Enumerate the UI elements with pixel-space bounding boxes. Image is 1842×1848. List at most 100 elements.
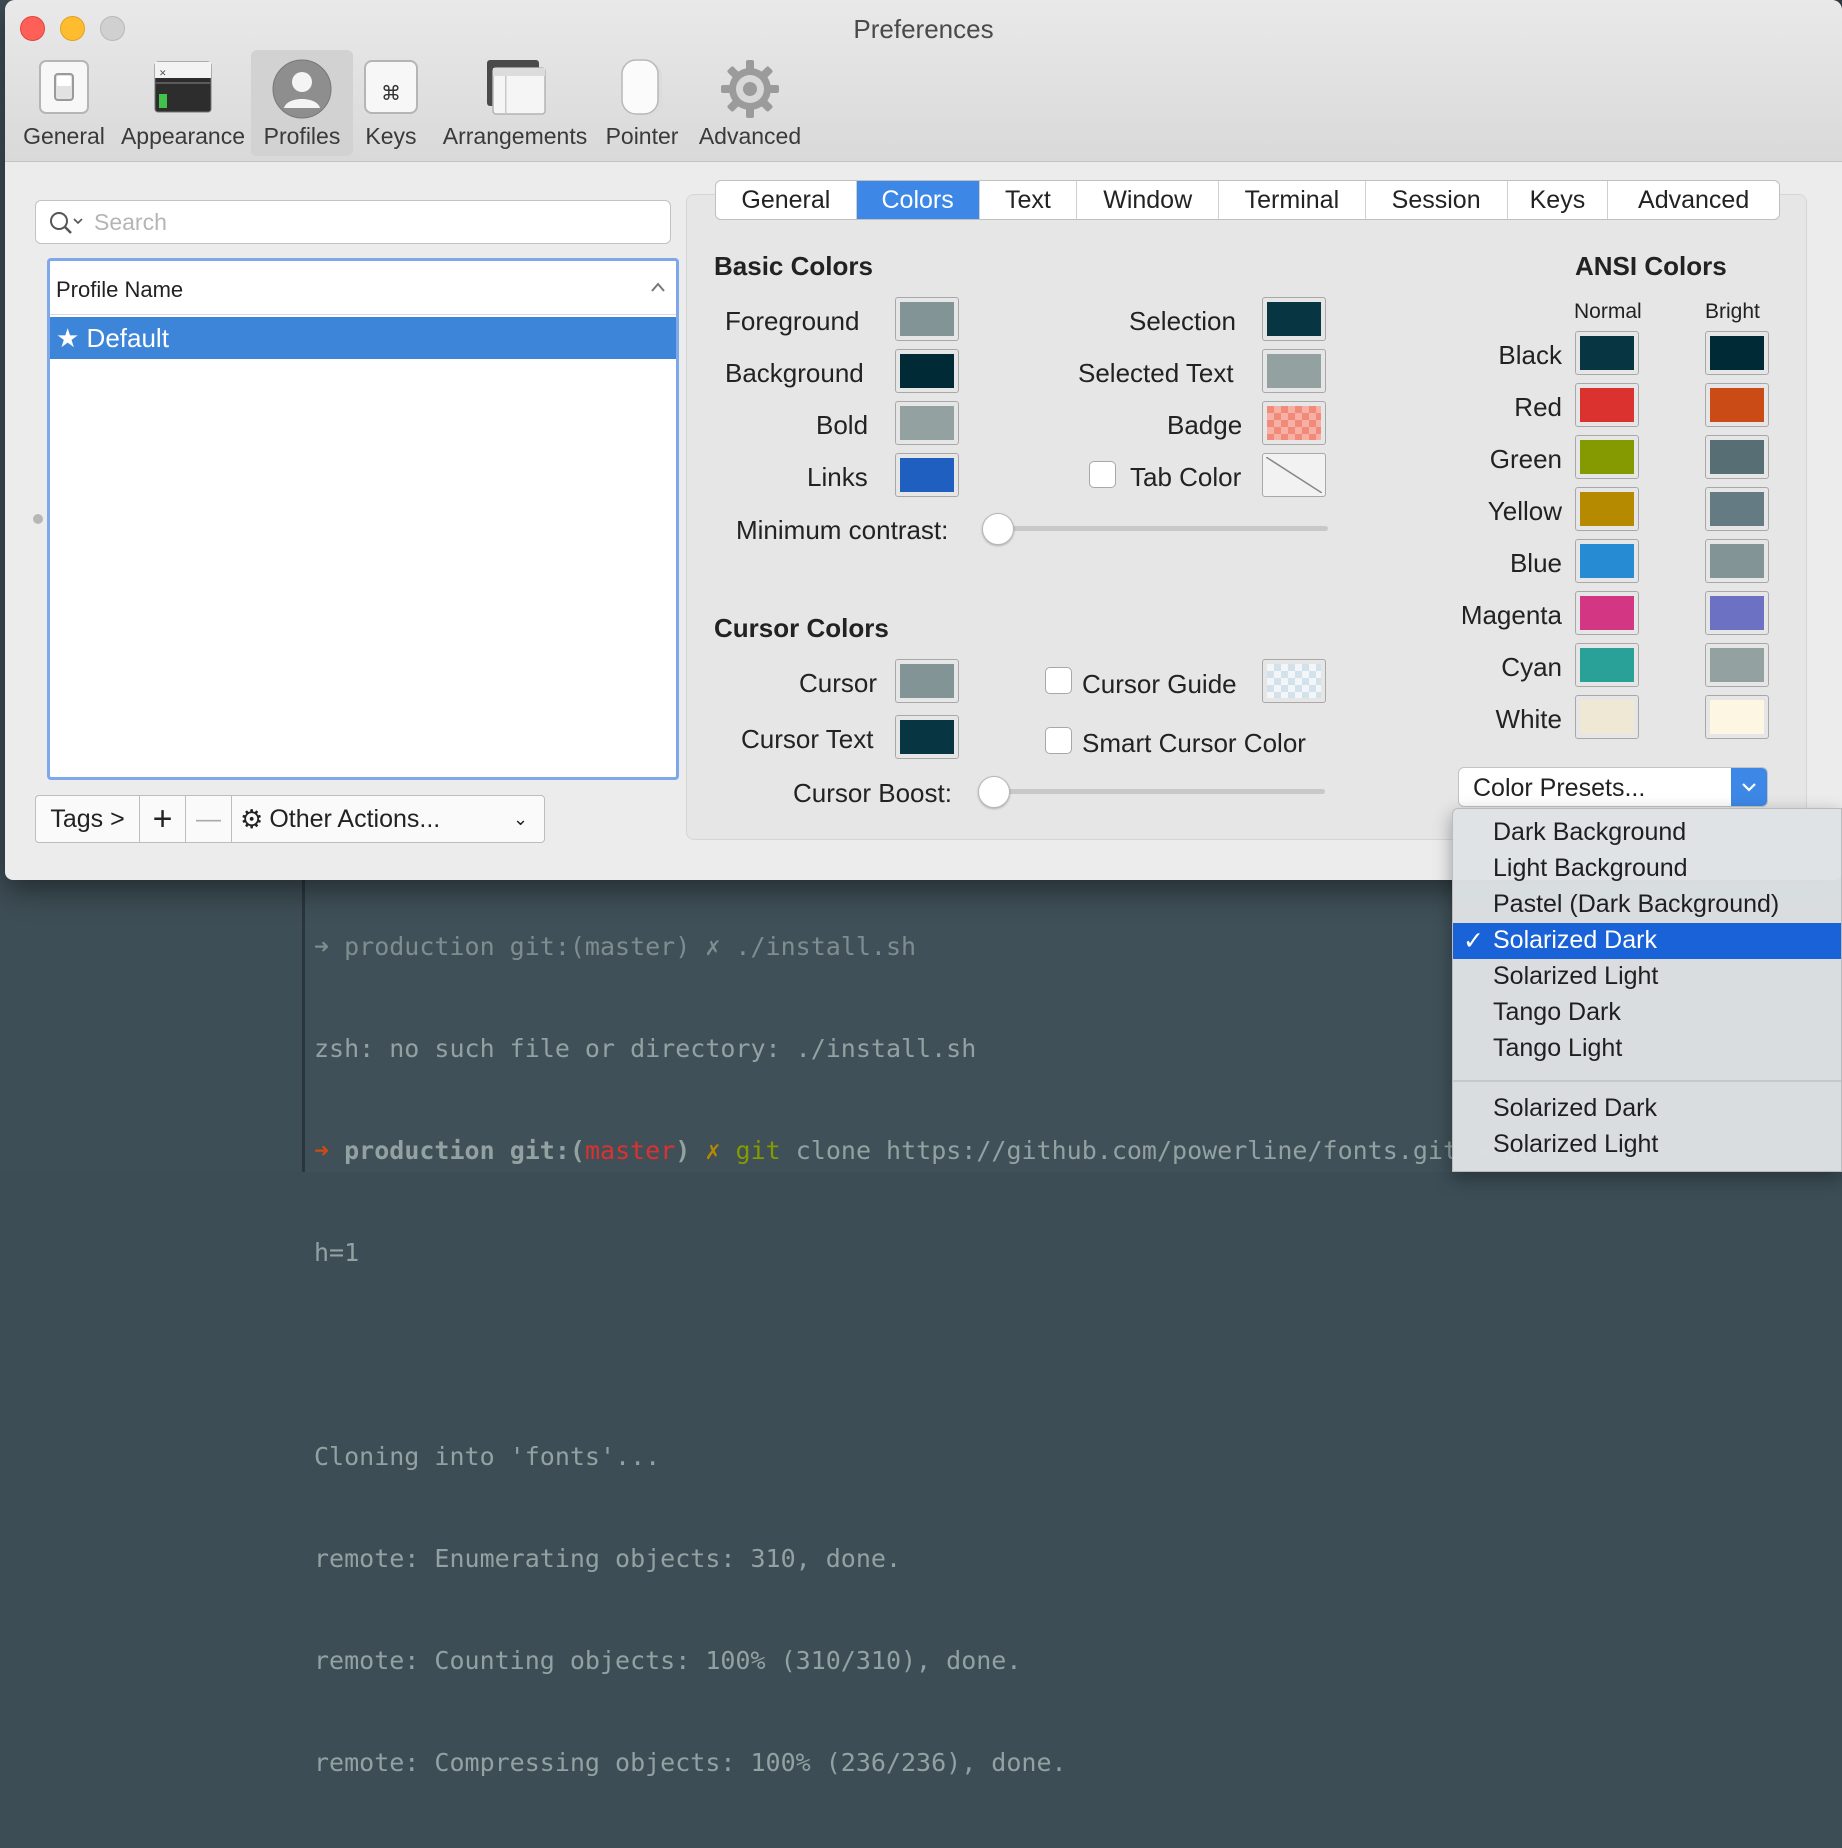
tags-button[interactable]: Tags > — [36, 796, 140, 842]
ansi-white-bright-color-well[interactable] — [1705, 695, 1769, 739]
ansi-red-bright-color-well[interactable] — [1705, 383, 1769, 427]
menu-item-label: Pastel (Dark Background) — [1493, 890, 1780, 918]
toolbar-pointer[interactable]: Pointer — [599, 50, 685, 156]
ansi-black-bright-color-well[interactable] — [1705, 331, 1769, 375]
background-label: Background — [725, 358, 864, 388]
menu-item-label: Tango Dark — [1493, 998, 1621, 1026]
ansi-cyan-bright-color-well[interactable] — [1705, 643, 1769, 687]
ansi-magenta-normal-color-well[interactable] — [1575, 591, 1639, 635]
profile-list[interactable]: Profile Name ★ Default — [47, 258, 679, 780]
tab-terminal[interactable]: Terminal — [1219, 181, 1366, 219]
profile-name-column-header[interactable]: Profile Name — [50, 261, 676, 315]
cursor-guide-checkbox[interactable] — [1045, 667, 1072, 694]
minimum-contrast-label: Minimum contrast: — [736, 515, 949, 545]
ansi-swatch — [1710, 492, 1764, 526]
ansi-white-normal-color-well[interactable] — [1575, 695, 1639, 739]
tab-color-checkbox[interactable] — [1089, 461, 1116, 488]
toolbar-keys[interactable]: ⌘ Keys — [355, 50, 427, 156]
toolbar-arrangements[interactable]: Arrangements — [435, 50, 595, 156]
links-swatch — [900, 458, 954, 492]
selected-text-color-well[interactable] — [1262, 349, 1326, 393]
menu-item-tango-light[interactable]: Tango Light — [1453, 1031, 1841, 1067]
tab-session[interactable]: Session — [1366, 181, 1508, 219]
bold-swatch — [900, 406, 954, 440]
no-color-icon — [1266, 457, 1322, 493]
add-profile-button[interactable]: + — [140, 796, 186, 842]
split-view-handle[interactable] — [33, 514, 43, 524]
ansi-cyan-normal-color-well[interactable] — [1575, 643, 1639, 687]
cursor-text-color-well[interactable] — [895, 715, 959, 759]
toolbar-pointer-label: Pointer — [605, 123, 679, 149]
minimum-contrast-track[interactable] — [996, 526, 1328, 531]
tab-text[interactable]: Text — [980, 181, 1078, 219]
toolbar-advanced[interactable]: Advanced — [691, 50, 809, 156]
cursor-text-swatch — [900, 720, 954, 754]
menu-item-pastel-dark-background[interactable]: Pastel (Dark Background) — [1453, 887, 1841, 923]
foreground-color-well[interactable] — [895, 297, 959, 341]
color-presets-label: Color Presets... — [1473, 774, 1646, 802]
background-color-well[interactable] — [895, 349, 959, 393]
tab-advanced[interactable]: Advanced — [1608, 181, 1779, 219]
color-presets-menu: Dark Background Light Background Pastel … — [1452, 808, 1842, 1172]
color-presets-popup[interactable]: Color Presets... — [1458, 767, 1768, 807]
ansi-swatch — [1580, 336, 1634, 370]
profile-name-header-label: Profile Name — [56, 277, 184, 302]
titlebar: Preferences General ✕ Appearance Profile… — [5, 0, 1842, 162]
menu-item-label: Solarized Light — [1493, 1130, 1659, 1158]
ansi-magenta-bright-color-well[interactable] — [1705, 591, 1769, 635]
ansi-black-normal-color-well[interactable] — [1575, 331, 1639, 375]
profile-row-default[interactable]: ★ Default — [50, 317, 676, 359]
menu-item-solarized-dark[interactable]: ✓ Solarized Dark — [1453, 923, 1841, 959]
ansi-swatch — [1710, 440, 1764, 474]
smart-cursor-color-label: Smart Cursor Color — [1082, 728, 1306, 758]
cursor-guide-color-well[interactable] — [1262, 659, 1326, 703]
menu-item-dark-background[interactable]: Dark Background — [1453, 815, 1841, 851]
ansi-row-label: Blue — [1509, 548, 1562, 578]
tab-general[interactable]: General — [716, 181, 857, 219]
badge-color-well[interactable] — [1262, 401, 1326, 445]
toolbar-general[interactable]: General — [17, 50, 111, 156]
remove-profile-button[interactable]: — — [186, 796, 232, 842]
ansi-blue-normal-color-well[interactable] — [1575, 539, 1639, 583]
menu-item-solarized-light[interactable]: Solarized Light — [1453, 959, 1841, 995]
tab-window[interactable]: Window — [1077, 181, 1220, 219]
other-actions-dropdown[interactable]: ⚙ Other Actions... ⌄ — [232, 796, 544, 842]
cursor-boost-label: Cursor Boost: — [793, 778, 952, 808]
menu-item-solarized-light-2[interactable]: Solarized Light — [1453, 1127, 1841, 1163]
toolbar-appearance[interactable]: ✕ Appearance — [115, 50, 251, 156]
ansi-swatch — [1710, 388, 1764, 422]
tab-colors[interactable]: Colors — [856, 181, 980, 219]
menu-item-light-background[interactable]: Light Background — [1453, 851, 1841, 887]
menu-item-solarized-dark-2[interactable]: Solarized Dark — [1453, 1091, 1841, 1127]
cursor-guide-label: Cursor Guide — [1082, 669, 1237, 699]
ansi-yellow-normal-color-well[interactable] — [1575, 487, 1639, 531]
prompt-dirty-mark: ✗ — [705, 1136, 721, 1165]
menu-item-tango-dark[interactable]: Tango Dark — [1453, 995, 1841, 1031]
ansi-swatch — [1710, 336, 1764, 370]
search-input[interactable] — [92, 206, 652, 238]
menu-item-label: Tango Light — [1493, 1034, 1623, 1062]
cursor-color-well[interactable] — [895, 659, 959, 703]
terminal-output: ➜ production git:(master) ✗ ./install.sh… — [314, 862, 1533, 1848]
tab-color-well[interactable] — [1262, 453, 1326, 497]
sort-ascending-icon — [651, 282, 665, 292]
tab-keys[interactable]: Keys — [1508, 181, 1609, 219]
cursor-boost-track[interactable] — [991, 789, 1325, 794]
toolbar-profiles[interactable]: Profiles — [251, 50, 353, 156]
cursor-boost-slider[interactable] — [978, 776, 1010, 808]
selection-color-well[interactable] — [1262, 297, 1326, 341]
bold-color-well[interactable] — [895, 401, 959, 445]
ansi-colors-heading: ANSI Colors — [1575, 251, 1727, 281]
terminal-line: remote: Counting objects: 100% (310/310)… — [314, 1646, 1022, 1675]
ansi-green-bright-color-well[interactable] — [1705, 435, 1769, 479]
links-color-well[interactable] — [895, 453, 959, 497]
smart-cursor-color-checkbox[interactable] — [1045, 727, 1072, 754]
minimum-contrast-slider[interactable] — [982, 513, 1014, 545]
svg-text:✕: ✕ — [159, 69, 167, 79]
toolbar-arrangements-label: Arrangements — [442, 123, 588, 149]
ansi-yellow-bright-color-well[interactable] — [1705, 487, 1769, 531]
ansi-red-normal-color-well[interactable] — [1575, 383, 1639, 427]
ansi-blue-bright-color-well[interactable] — [1705, 539, 1769, 583]
ansi-green-normal-color-well[interactable] — [1575, 435, 1639, 479]
profile-search[interactable] — [35, 200, 671, 244]
